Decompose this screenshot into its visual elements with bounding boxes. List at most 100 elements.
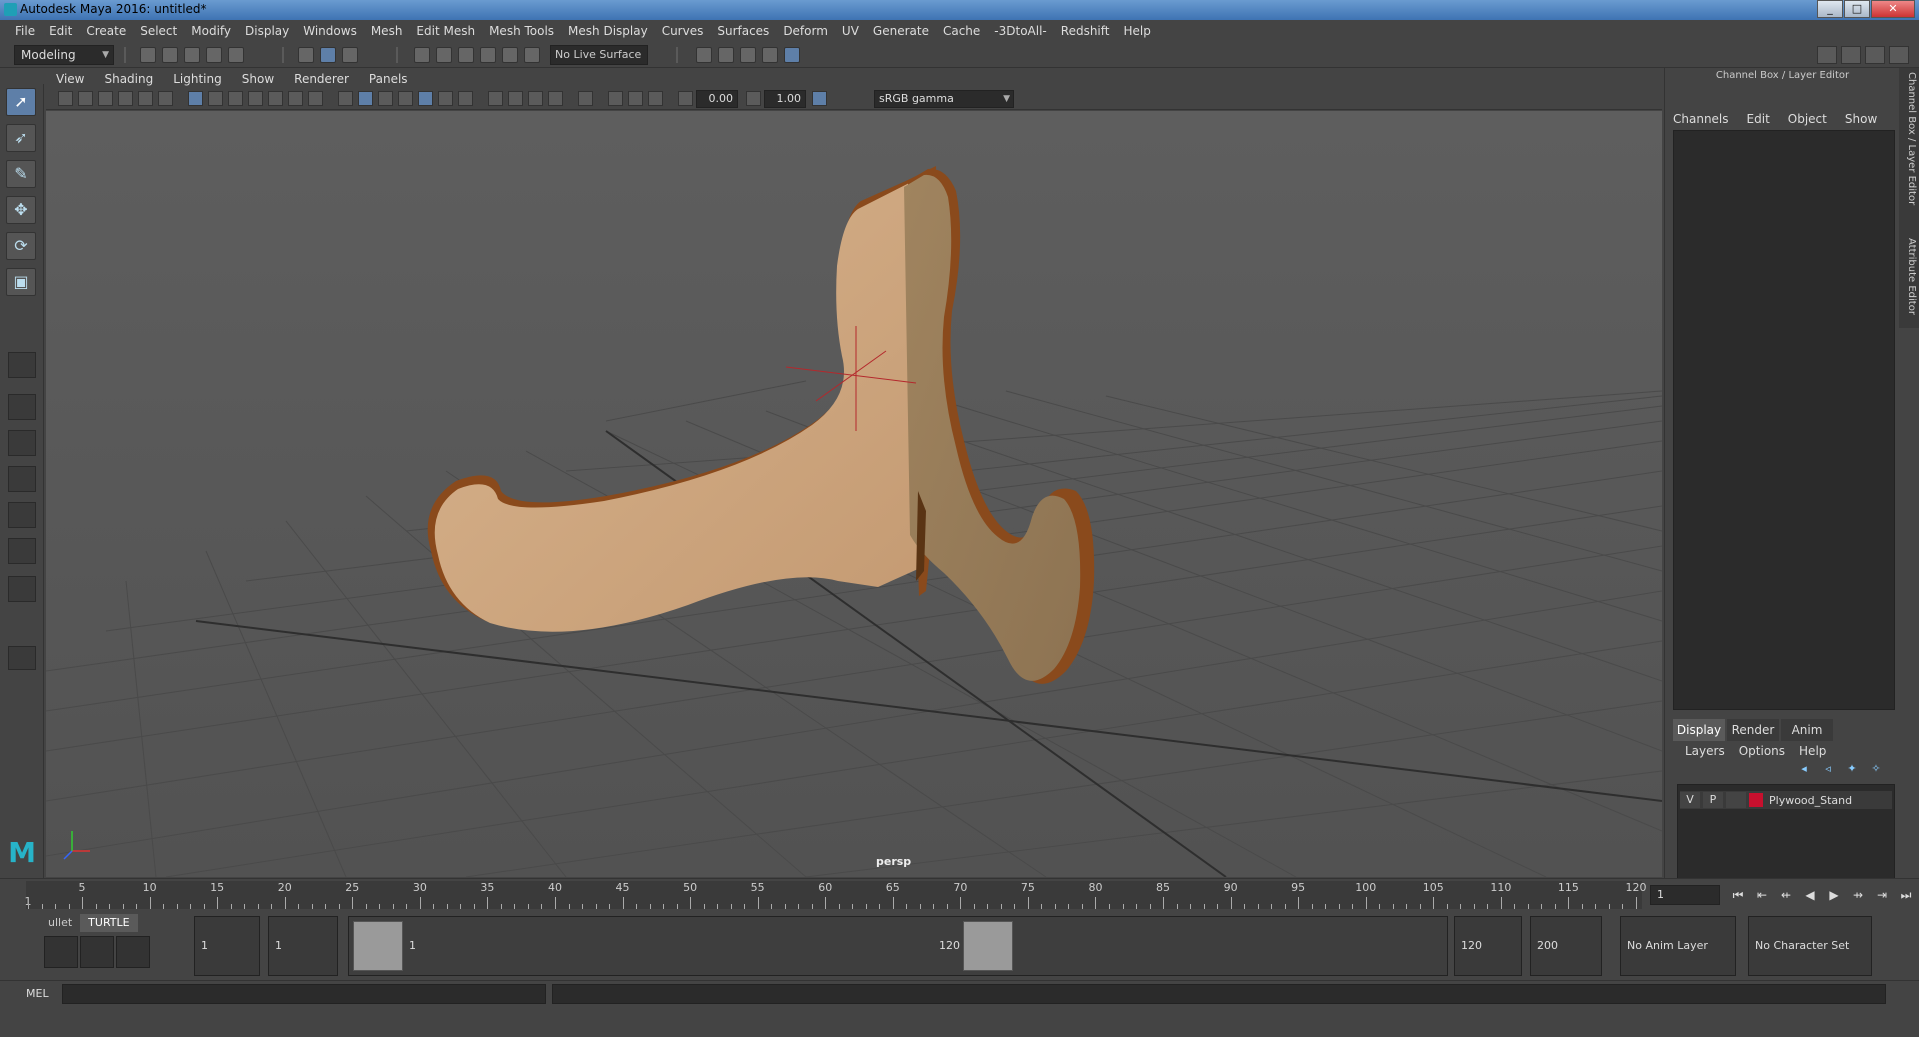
exposure-icon[interactable]: [678, 91, 693, 106]
command-input[interactable]: [62, 984, 546, 1004]
menu-modify[interactable]: Modify: [184, 24, 238, 38]
menu-mesh[interactable]: Mesh: [364, 24, 410, 38]
snap-grid-icon[interactable]: [414, 47, 430, 63]
hypershade-icon[interactable]: [784, 47, 800, 63]
menu-edit[interactable]: Edit: [42, 24, 79, 38]
tab-render[interactable]: Render: [1727, 719, 1779, 741]
new-scene-icon[interactable]: [140, 47, 156, 63]
menu-uv[interactable]: UV: [835, 24, 866, 38]
time-slider-track[interactable]: 1 5 10 15 20 25 30 35 40 45 50 55 60 65 70 75 80 85 90 95 1…: [25, 881, 1647, 909]
menu-generate[interactable]: Generate: [866, 24, 936, 38]
snap-view-plane-icon[interactable]: [480, 47, 496, 63]
tab-display[interactable]: Display: [1673, 719, 1725, 741]
menu-layer-help[interactable]: Help: [1799, 744, 1826, 758]
layer-playback-toggle[interactable]: P: [1703, 792, 1723, 808]
minimize-button[interactable]: _: [1817, 0, 1843, 18]
viewport-menu-show[interactable]: Show: [232, 72, 284, 86]
animation-end-field[interactable]: 200: [1530, 916, 1602, 976]
view-transform-select[interactable]: sRGB gamma ▼: [874, 90, 1014, 108]
film-gate-icon[interactable]: [208, 91, 223, 106]
menu-channels[interactable]: Channels: [1673, 112, 1729, 126]
move-tool-icon[interactable]: ✥: [6, 196, 36, 224]
channel-box-area[interactable]: [1673, 130, 1895, 710]
range-slider[interactable]: 1 120: [348, 916, 1448, 976]
ipr-render-icon[interactable]: [740, 47, 756, 63]
bookmarks-icon[interactable]: [98, 91, 113, 106]
select-camera-icon[interactable]: [58, 91, 73, 106]
safe-action-icon[interactable]: [288, 91, 303, 106]
step-forward-key-icon[interactable]: ⇸: [1848, 885, 1868, 905]
toggle-panel-icon[interactable]: [8, 646, 36, 670]
toggle-tool-settings-icon[interactable]: [1865, 46, 1885, 64]
gate-mask-icon[interactable]: [248, 91, 263, 106]
go-to-start-icon[interactable]: ⏮: [1728, 885, 1748, 905]
playback-end-field[interactable]: 120: [1454, 916, 1522, 976]
open-scene-icon[interactable]: [162, 47, 178, 63]
image-plane-icon[interactable]: [118, 91, 133, 106]
viewport-menu-view[interactable]: View: [46, 72, 94, 86]
live-surface-field[interactable]: No Live Surface: [550, 45, 648, 65]
depth-of-field-icon[interactable]: [548, 91, 563, 106]
snap-point-icon[interactable]: [458, 47, 474, 63]
render-settings-icon[interactable]: [762, 47, 778, 63]
toggle-modeling-toolkit-icon[interactable]: [1817, 46, 1837, 64]
menu-edit-mesh[interactable]: Edit Mesh: [409, 24, 482, 38]
move-layer-up-icon[interactable]: ◂: [1795, 762, 1813, 776]
perspective-uv-layout-icon[interactable]: [8, 538, 36, 564]
go-to-end-icon[interactable]: ⏭: [1896, 885, 1916, 905]
screen-space-ao-icon[interactable]: [488, 91, 503, 106]
snap-curve-icon[interactable]: [436, 47, 452, 63]
maximize-button[interactable]: □: [1844, 0, 1870, 18]
menu-deform[interactable]: Deform: [776, 24, 835, 38]
menu-windows[interactable]: Windows: [296, 24, 364, 38]
render-current-icon[interactable]: [718, 47, 734, 63]
xray-icon[interactable]: [608, 91, 623, 106]
perspective-graph-layout-icon[interactable]: [8, 466, 36, 492]
viewport-menu-shading[interactable]: Shading: [94, 72, 163, 86]
use-all-lights-icon[interactable]: [438, 91, 453, 106]
menu-curves[interactable]: Curves: [655, 24, 711, 38]
shelf-bake-icon[interactable]: [80, 936, 114, 968]
viewport-menu-renderer[interactable]: Renderer: [284, 72, 359, 86]
step-back-key-icon[interactable]: ⇷: [1776, 885, 1796, 905]
four-view-layout-icon[interactable]: [8, 394, 36, 420]
menu-file[interactable]: File: [8, 24, 42, 38]
new-layer-selected-icon[interactable]: ✧: [1867, 762, 1885, 776]
anim-layer-select[interactable]: No Anim Layer: [1620, 916, 1736, 976]
render-view-icon[interactable]: [696, 47, 712, 63]
menu-select[interactable]: Select: [133, 24, 184, 38]
history-icon[interactable]: [524, 47, 540, 63]
shelf-render-icon[interactable]: [44, 936, 78, 968]
single-perspective-layout-icon[interactable]: [8, 352, 36, 378]
gamma-field[interactable]: 1.00: [764, 90, 806, 108]
menu-cb-edit[interactable]: Edit: [1747, 112, 1770, 126]
shelf-tab-bullet[interactable]: ullet: [40, 914, 80, 932]
shadows-icon[interactable]: [458, 91, 473, 106]
script-language-label[interactable]: MEL: [26, 987, 49, 1000]
menu-mesh-display[interactable]: Mesh Display: [561, 24, 655, 38]
menu-create[interactable]: Create: [79, 24, 133, 38]
play-forwards-icon[interactable]: ▶: [1824, 885, 1844, 905]
menu-display[interactable]: Display: [238, 24, 296, 38]
xray-components-icon[interactable]: [648, 91, 663, 106]
menu-3dtoall[interactable]: -3DtoAll-: [987, 24, 1053, 38]
motion-blur-icon[interactable]: [508, 91, 523, 106]
shelf-sphere-icon[interactable]: [116, 936, 150, 968]
paint-select-tool-icon[interactable]: ✎: [6, 160, 36, 188]
menu-cache[interactable]: Cache: [936, 24, 987, 38]
menu-help[interactable]: Help: [1116, 24, 1157, 38]
layer-name[interactable]: Plywood_Stand: [1769, 794, 1852, 807]
xray-joints-icon[interactable]: [628, 91, 643, 106]
toggle-channel-box-icon[interactable]: [1889, 46, 1909, 64]
side-tab-channel-box[interactable]: Channel Box / Layer Editor: [1901, 72, 1917, 205]
range-start-handle[interactable]: [353, 921, 403, 971]
character-set-select[interactable]: No Character Set: [1748, 916, 1872, 976]
custom-layout-icon[interactable]: [8, 576, 36, 602]
layer-row[interactable]: V P Plywood_Stand: [1680, 791, 1892, 809]
grid-toggle-icon[interactable]: [188, 91, 203, 106]
play-backwards-icon[interactable]: ◀: [1800, 885, 1820, 905]
textured-icon[interactable]: [418, 91, 433, 106]
lasso-tool-icon[interactable]: ➶: [6, 124, 36, 152]
hypershade-layout-icon[interactable]: [8, 502, 36, 528]
exposure-field[interactable]: 0.00: [696, 90, 738, 108]
